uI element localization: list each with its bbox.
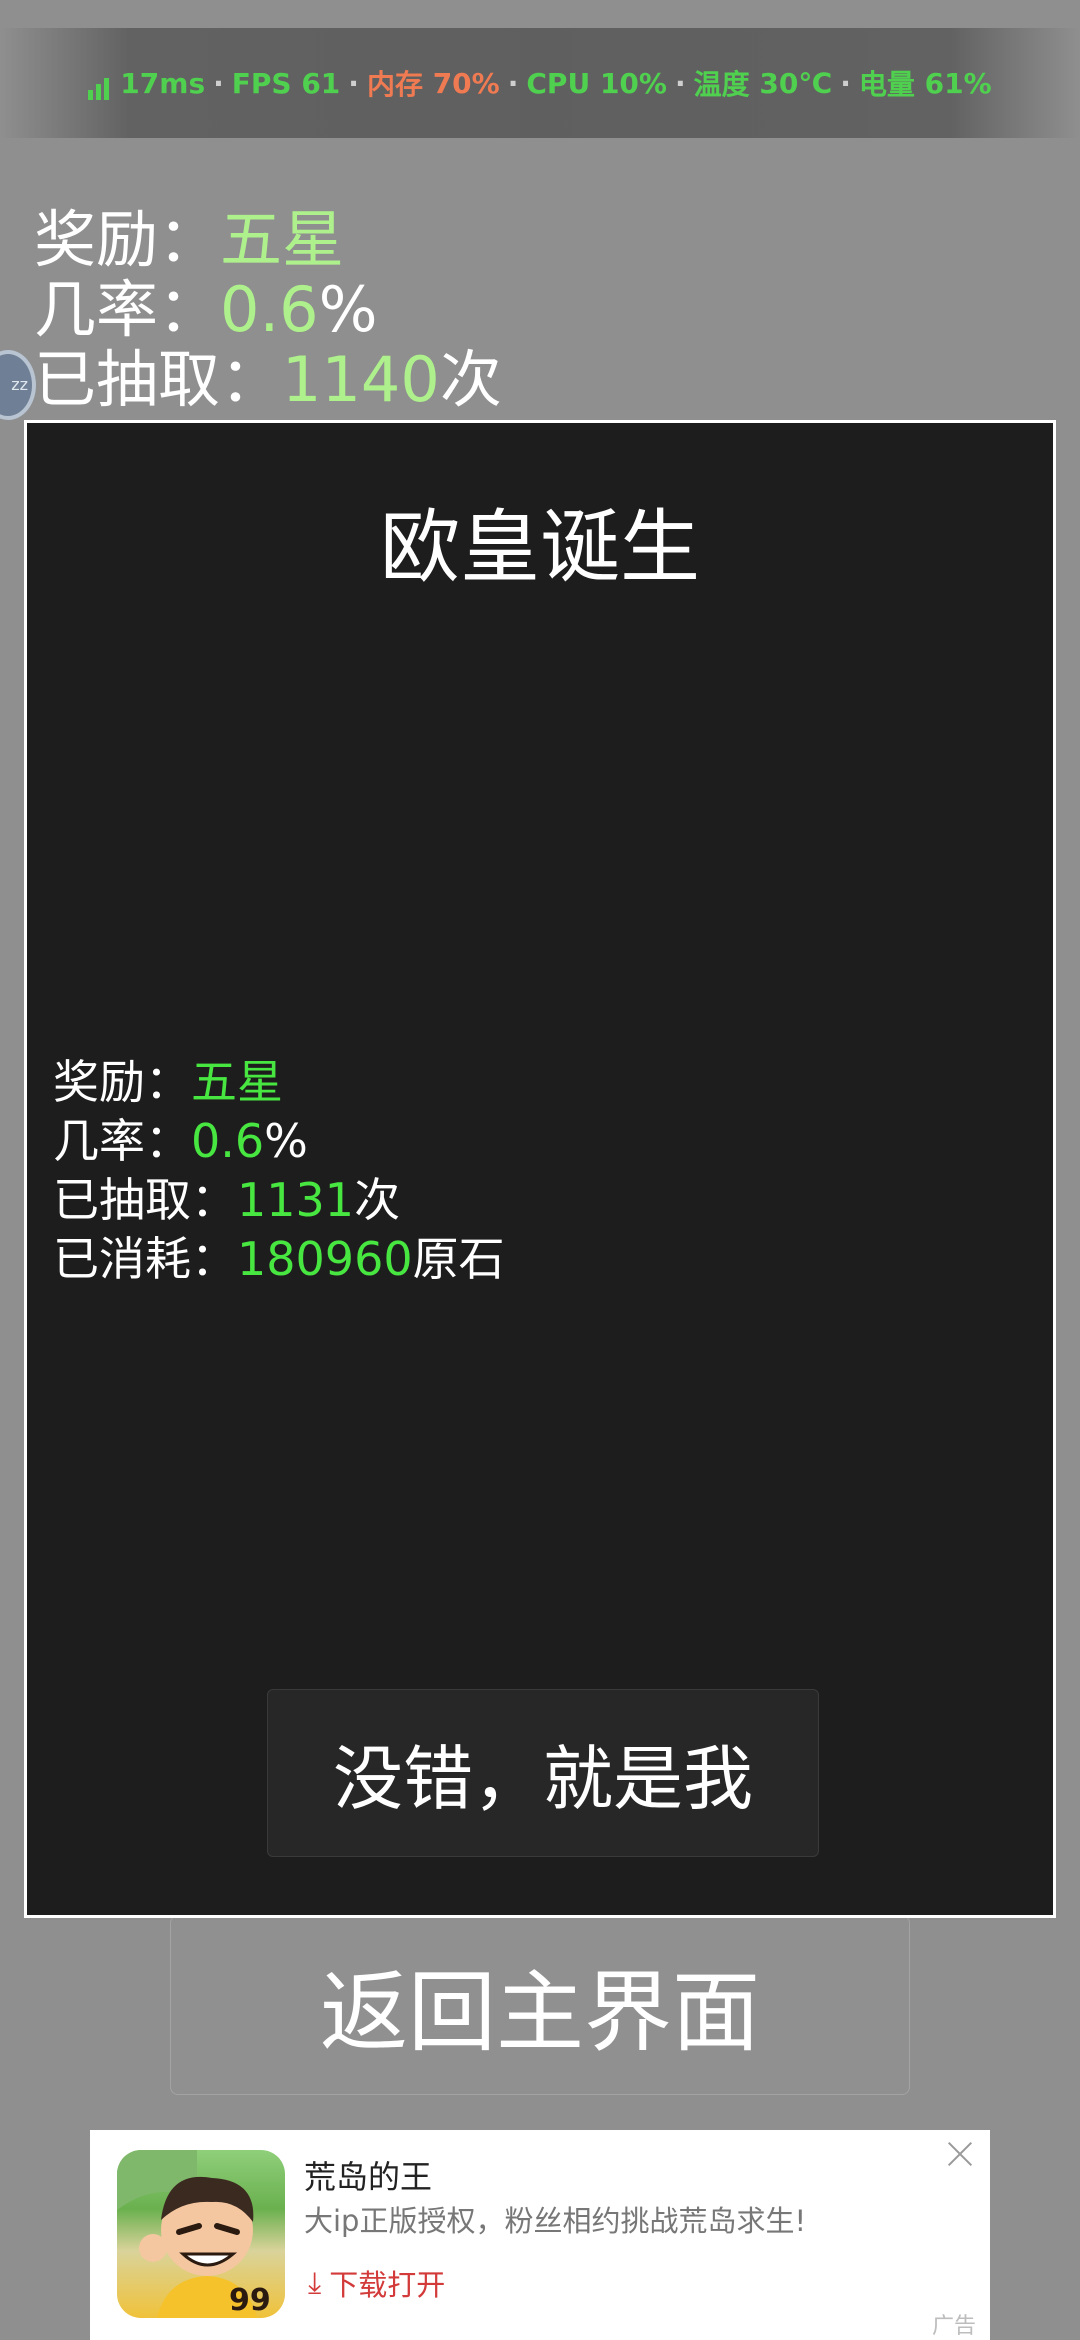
bg-reward-value: 五星 [220, 203, 345, 276]
app-icon-art: 99 [117, 2150, 271, 2318]
temperature-label: 温度 [693, 68, 750, 101]
rate-row: 几率：0.6% [53, 1114, 308, 1168]
bg-draws-value: 1140 [282, 343, 440, 416]
dialog-stats: 奖励：五星 几率：0.6% 已抽取：1131次 已消耗：180960原石 [53, 1053, 505, 1289]
draws-row: 已抽取：1131次 [53, 1173, 401, 1227]
return-main-button[interactable]: 返回主界面 [170, 1915, 910, 2095]
result-dialog: 欧皇诞生 奖励：五星 几率：0.6% 已抽取：1131次 已消耗：180960原… [24, 420, 1056, 1918]
bg-rate-value: 0.6 [220, 273, 319, 346]
svg-text:99: 99 [229, 2283, 271, 2318]
temperature-value: 30℃ [759, 66, 833, 100]
fps-value: 61 [301, 66, 341, 100]
battery-label: 电量 [858, 68, 915, 101]
confirm-button[interactable]: 没错，就是我 [267, 1689, 819, 1857]
fps-label: FPS [231, 66, 292, 100]
cost-row: 已消耗：180960原石 [53, 1232, 505, 1286]
cost-value: 180960 [237, 1232, 413, 1286]
performance-overlay: 17ms · FPS 61 · 内存 70% · CPU 10% · 温度 30… [0, 28, 1080, 138]
cpu-value: 10% [599, 66, 667, 100]
bg-reward-row: 奖励：五星 [34, 203, 345, 276]
reward-row: 奖励：五星 [53, 1055, 283, 1109]
ad-description: 大ip正版授权，粉丝相约挑战荒岛求生! [304, 2204, 807, 2238]
background-stats: 奖励：五星 几率：0.6% 已抽取：1140次 [34, 205, 502, 415]
rate-value: 0.6 [191, 1114, 265, 1168]
battery-value: 61% [924, 66, 992, 100]
memory-label: 内存 [366, 68, 423, 101]
ad-label: 广告 [931, 2314, 976, 2339]
draws-value: 1131 [237, 1173, 355, 1227]
latency-value: 17ms [120, 66, 206, 100]
cpu-label: CPU [526, 66, 591, 100]
cartoon-character-icon[interactable]: 99 [117, 2150, 285, 2318]
download-icon: ⤓ [308, 2265, 322, 2301]
reward-value: 五星 [191, 1055, 283, 1109]
bg-draws-row: 已抽取：1140次 [34, 343, 502, 416]
dialog-title: 欧皇诞生 [380, 501, 700, 594]
signal-icon [88, 67, 112, 100]
download-open-button[interactable]: ⤓ 下载打开 [308, 2262, 445, 2304]
ad-banner[interactable]: 99 荒岛的王 大ip正版授权，粉丝相约挑战荒岛求生! ⤓ 下载打开 广告 [90, 2130, 990, 2340]
close-icon[interactable] [942, 2136, 978, 2172]
bg-rate-row: 几率：0.6% [34, 273, 378, 346]
ad-title: 荒岛的王 [304, 2158, 433, 2196]
floating-ball-button[interactable]: zz [0, 350, 36, 420]
memory-value: 70% [432, 66, 500, 100]
